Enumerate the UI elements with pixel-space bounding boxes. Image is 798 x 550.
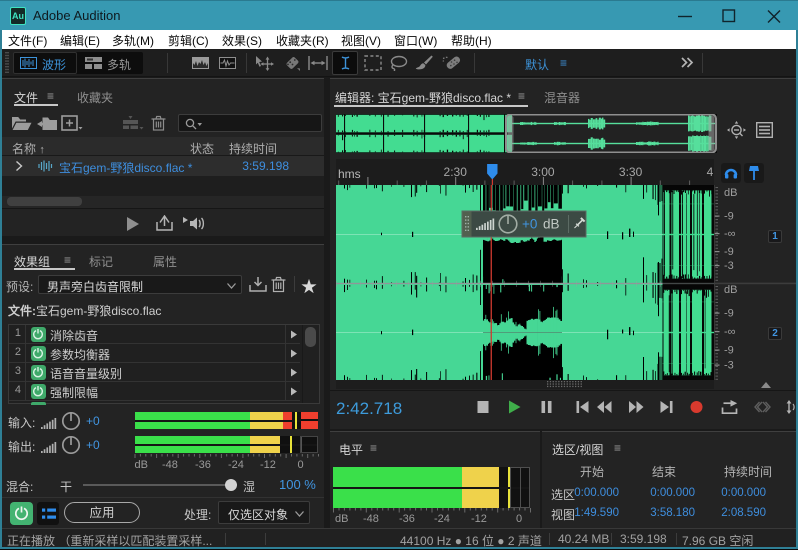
svg-text:dB: dB [724, 284, 737, 296]
svg-text:-9: -9 [724, 308, 734, 320]
svg-text:+0: +0 [522, 217, 537, 232]
svg-text:-∞: -∞ [724, 326, 736, 338]
svg-text:-∞: -∞ [724, 228, 736, 240]
svg-text:dB: dB [543, 217, 560, 232]
svg-text:-9: -9 [724, 246, 734, 258]
svg-text:-3: -3 [724, 360, 734, 372]
svg-text:dB: dB [724, 187, 737, 199]
svg-text:4:00: 4:00 [707, 165, 714, 179]
svg-text:-9: -9 [724, 345, 734, 357]
svg-text:3:30: 3:30 [619, 165, 643, 179]
svg-text:hms: hms [338, 167, 361, 181]
svg-text:-9: -9 [724, 211, 734, 223]
svg-text:2:30: 2:30 [444, 165, 468, 179]
svg-text:-3: -3 [724, 260, 734, 272]
svg-text:3:00: 3:00 [531, 165, 555, 179]
